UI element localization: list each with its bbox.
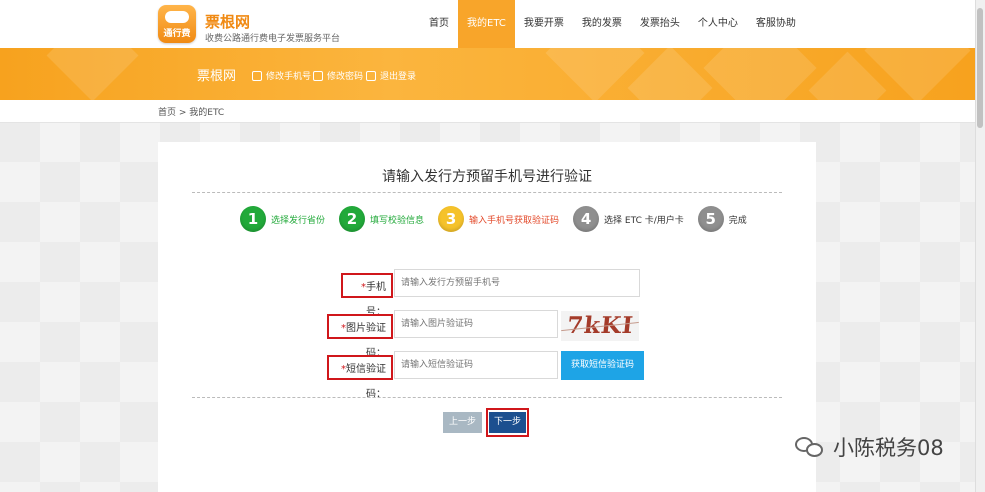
nav-my-invoices[interactable]: 我的发票	[573, 0, 631, 48]
step-3: 3 输入手机号获取验证码	[438, 206, 559, 232]
wechat-icon	[795, 435, 825, 459]
image-code-input[interactable]	[394, 310, 558, 338]
step-4-number: 4	[573, 206, 600, 232]
step-3-number: 3	[438, 206, 465, 232]
step-5: 5 完成	[697, 206, 747, 232]
phone-input[interactable]	[394, 269, 640, 297]
step-progress: 1 选择发行省份 2 填写校验信息 3 输入手机号获取验证码 4 选择 ETC …	[240, 206, 761, 232]
step-5-number: 5	[697, 206, 724, 232]
image-code-label-text: 图片验证码：	[346, 323, 386, 359]
verify-card: 请输入发行方预留手机号进行验证 1 选择发行省份 2 填写校验信息 3 输入手机…	[158, 142, 816, 492]
watermark: 小陈税务08	[795, 432, 944, 462]
get-sms-code-button[interactable]: 获取短信验证码	[561, 351, 644, 380]
watermark-text: 小陈税务08	[833, 436, 944, 460]
logo-label: 通行费	[163, 29, 191, 39]
step-5-label: 完成	[728, 215, 747, 226]
brand-slogan: 收费公路通行费电子发票服务平台	[205, 34, 341, 44]
step-4-label: 选择 ETC 卡/用户卡	[604, 215, 684, 226]
nav-my-etc[interactable]: 我的ETC	[458, 0, 515, 48]
breadcrumb-bar: 首页 > 我的ETC	[0, 100, 975, 123]
step-1-number: 1	[240, 206, 266, 232]
step-2-label: 填写校验信息	[370, 215, 425, 226]
change-phone-label: 修改手机号	[266, 72, 312, 82]
step-4: 4 选择 ETC 卡/用户卡	[573, 206, 684, 232]
divider	[192, 192, 782, 193]
sms-code-label-text: 短信验证码：	[346, 364, 386, 400]
change-phone-link[interactable]: 修改手机号	[252, 69, 311, 82]
captcha-image[interactable]: 7kKI	[561, 311, 639, 341]
sms-code-input[interactable]	[394, 351, 558, 379]
logout-icon	[366, 70, 376, 81]
nav-home[interactable]: 首页	[420, 0, 458, 48]
logout-label: 退出登录	[380, 72, 417, 82]
step-3-label: 输入手机号获取验证码	[469, 215, 560, 226]
phone-label: *手机号：	[341, 273, 393, 318]
phone-icon	[252, 70, 262, 81]
nav-issue-invoice[interactable]: 我要开票	[515, 0, 573, 48]
change-password-label: 修改密码	[327, 72, 364, 82]
top-header: 通行费 票根网 收费公路通行费电子发票服务平台 首页 我的ETC 我要开票 我的…	[0, 0, 975, 49]
page-title: 请输入发行方预留手机号进行验证	[382, 169, 592, 185]
nav-customer-service[interactable]: 客服协助	[747, 0, 805, 48]
change-password-link[interactable]: 修改密码	[313, 69, 363, 82]
brand-name[interactable]: 票根网	[205, 11, 250, 32]
user-banner: 票根网 修改手机号 修改密码 退出登录	[0, 48, 975, 100]
image-code-label: *图片验证码：	[327, 314, 393, 359]
nav-personal-center[interactable]: 个人中心	[689, 0, 747, 48]
breadcrumb[interactable]: 首页 > 我的ETC	[158, 105, 224, 118]
logo-icon[interactable]: 通行费	[158, 5, 196, 43]
scrollbar-thumb[interactable]	[977, 8, 983, 128]
step-2-number: 2	[339, 206, 366, 232]
previous-step-button[interactable]: 上一步	[443, 412, 482, 433]
step-2: 2 填写校验信息	[339, 206, 424, 232]
divider	[192, 397, 782, 398]
logout-link[interactable]: 退出登录	[366, 69, 416, 82]
sms-code-label: *短信验证码：	[327, 355, 393, 400]
step-1-label: 选择发行省份	[271, 215, 326, 226]
main-nav: 首页 我的ETC 我要开票 我的发票 发票抬头 个人中心 客服协助	[420, 0, 805, 48]
nav-invoice-title[interactable]: 发票抬头	[631, 0, 689, 48]
step-1: 1 选择发行省份	[240, 206, 325, 232]
banner-title: 票根网	[197, 69, 237, 84]
phone-label-text: 手机号：	[366, 282, 386, 318]
next-step-button[interactable]: 下一步	[489, 412, 526, 433]
lock-icon	[313, 70, 323, 81]
